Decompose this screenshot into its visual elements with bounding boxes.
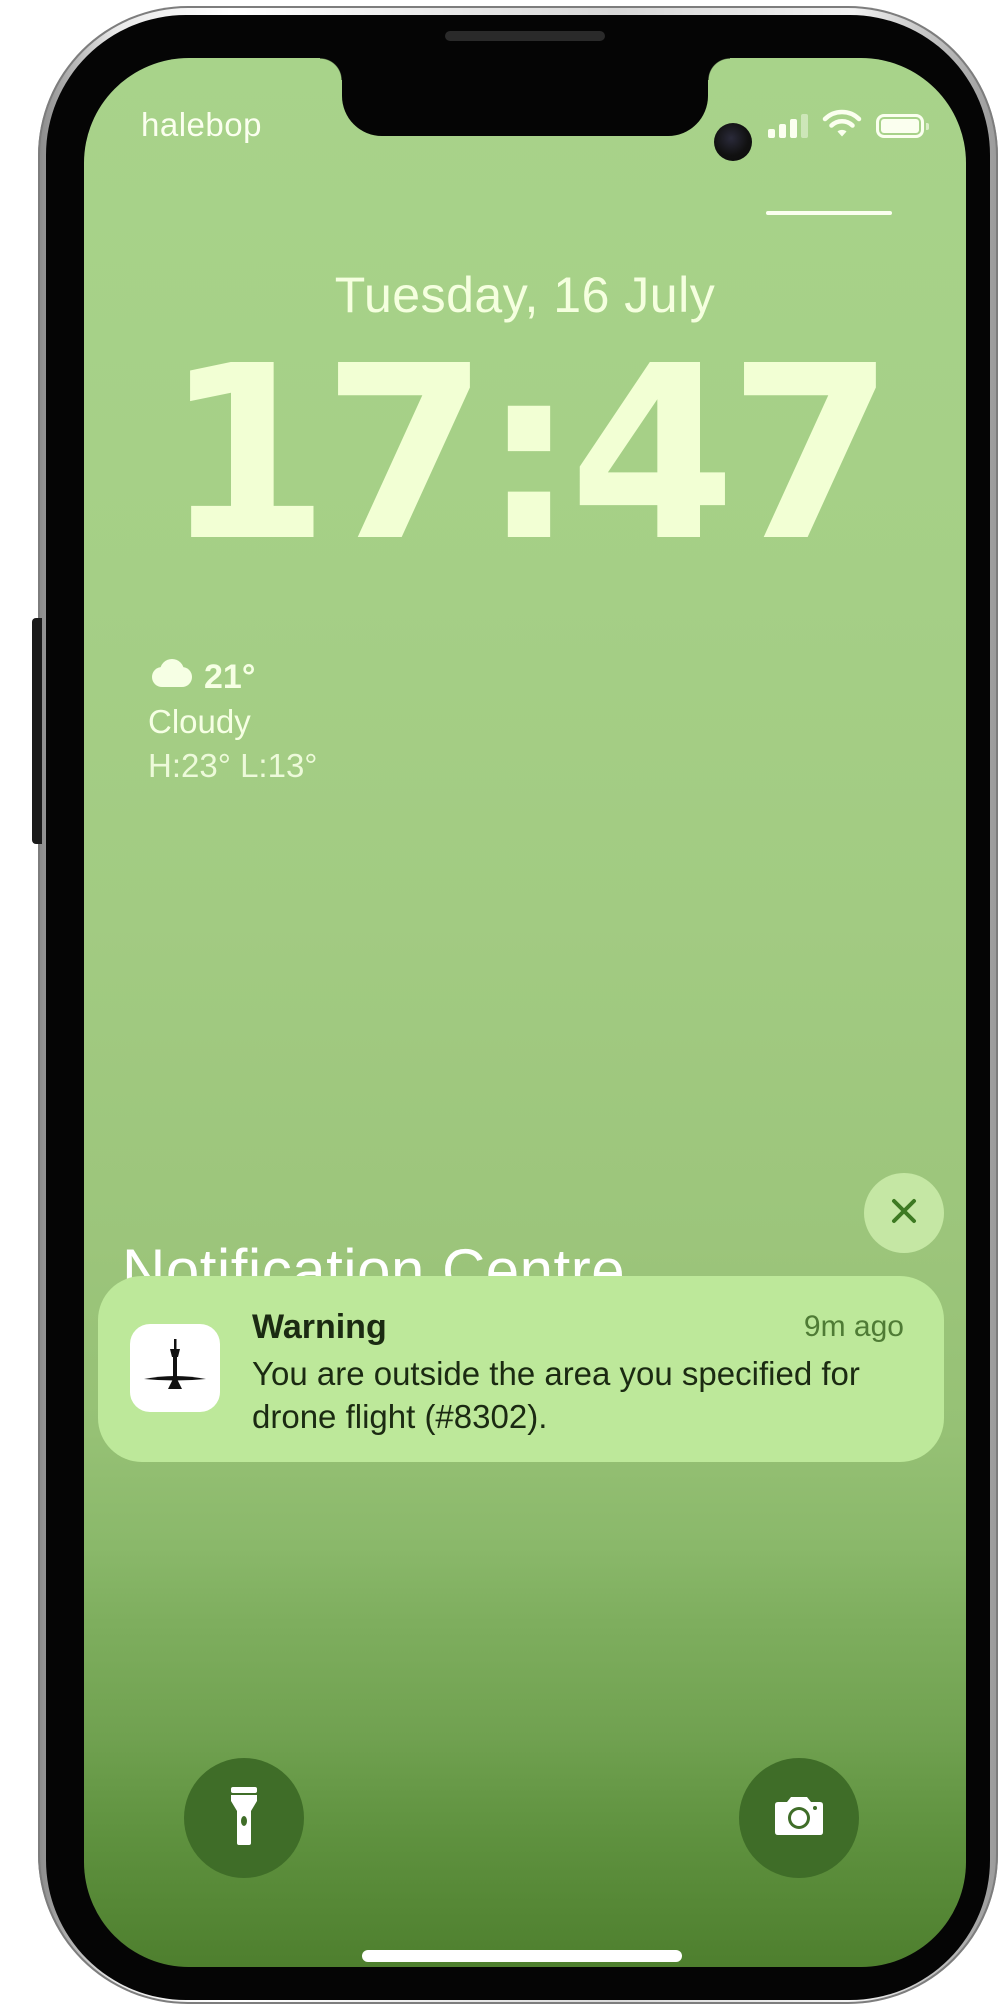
weather-high-low: H:23° L:13° — [148, 747, 318, 784]
home-indicator[interactable] — [362, 1950, 682, 1962]
carrier-name: halebop — [141, 106, 262, 143]
notification-title: Warning — [252, 1308, 387, 1346]
drone-control-tower-icon — [140, 1335, 210, 1402]
cellular-signal-icon — [768, 113, 808, 138]
notification-time: 9m ago — [803, 1310, 904, 1343]
wifi-icon — [822, 108, 862, 143]
clear-notifications-button[interactable] — [864, 1173, 944, 1253]
app-icon — [130, 1324, 220, 1412]
phone-side-button — [32, 618, 42, 844]
notification-card[interactable]: Warning 9m ago You are outside the area … — [98, 1276, 944, 1462]
weather-condition: Cloudy — [148, 703, 251, 740]
flashlight-icon — [229, 1785, 259, 1852]
front-camera — [714, 123, 752, 161]
status-icons — [768, 108, 929, 143]
close-icon — [889, 1196, 919, 1231]
battery-icon — [876, 113, 929, 138]
earpiece-speaker — [445, 31, 605, 41]
display-notch — [320, 58, 730, 136]
camera-button[interactable] — [739, 1758, 859, 1878]
weather-temperature: 21° — [204, 658, 256, 696]
weather-temp-row: 21° — [148, 658, 318, 697]
lock-screen-clock: 17:47 — [163, 314, 895, 594]
camera-icon — [771, 1795, 827, 1842]
notification-body: You are outside the area you specified f… — [252, 1355, 860, 1435]
weather-widget[interactable]: 21° Cloudy H:23° L:13° — [148, 658, 318, 785]
lock-screen: halebop Tuesday, 16 July 17:47 21° Cloud… — [84, 58, 966, 1967]
control-centre-indicator[interactable] — [766, 211, 892, 215]
cloud-icon — [148, 658, 192, 697]
flashlight-button[interactable] — [184, 1758, 304, 1878]
